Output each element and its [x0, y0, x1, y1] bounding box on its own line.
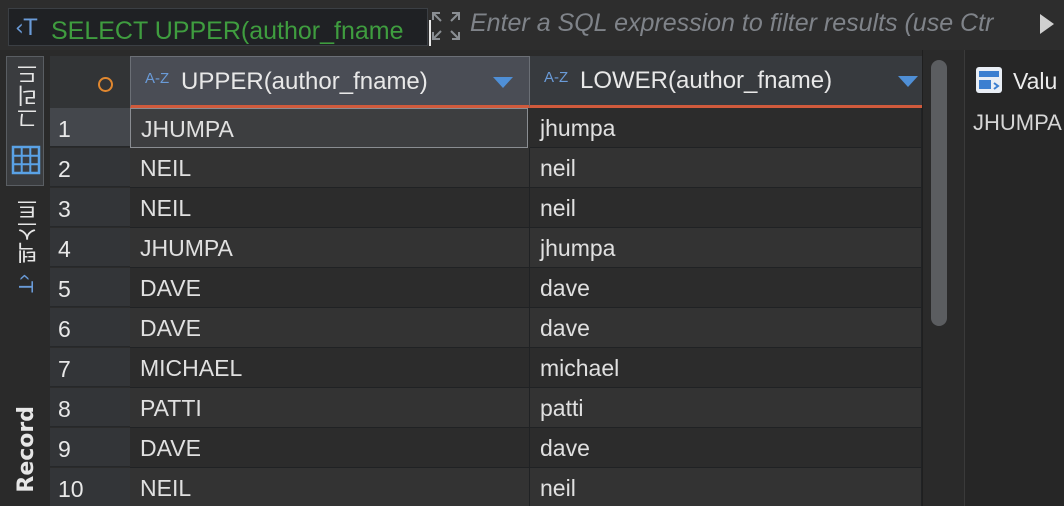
tab-grid-label: 그리드 [17, 63, 42, 129]
column-header-lower[interactable]: A-Z LOWER(author_fname) [530, 56, 922, 108]
run-arrow-icon[interactable] [1040, 14, 1054, 34]
cell-lower[interactable]: neil [530, 148, 922, 188]
cell-lower[interactable]: dave [530, 428, 922, 468]
cell-upper[interactable]: DAVE [130, 268, 530, 308]
value-panel: Valu JHUMPA [964, 50, 1064, 506]
filter-bar: ‹T SELECT UPPER(author_fname Enter a SQL… [0, 0, 1064, 50]
cell-upper[interactable]: NEIL [130, 148, 530, 188]
row-number[interactable]: 5 [50, 268, 130, 307]
grid-icon [11, 145, 41, 175]
table-row[interactable]: 7 MICHAEL michael [50, 348, 922, 388]
cell-upper[interactable]: MICHAEL [130, 348, 530, 388]
row-number[interactable]: 6 [50, 308, 130, 347]
filter-expression-placeholder[interactable]: Enter a SQL expression to filter results… [470, 9, 1036, 38]
column-header-upper[interactable]: A-Z UPPER(author_fname) [130, 56, 530, 108]
cell-lower[interactable]: jhumpa [530, 108, 922, 148]
result-grid: A-Z UPPER(author_fname) A-Z LOWER(author… [50, 50, 922, 506]
cell-upper[interactable]: DAVE [130, 428, 530, 468]
cell-lower[interactable]: michael [530, 348, 922, 388]
row-number[interactable]: 7 [50, 348, 130, 387]
cell-upper[interactable]: JHUMPA [130, 108, 528, 148]
tab-record-label: Record [14, 406, 39, 493]
result-viewer: ‹T SELECT UPPER(author_fname Enter a SQL… [0, 0, 1064, 506]
value-panel-content[interactable]: JHUMPA [973, 110, 1062, 136]
sort-desc-icon[interactable] [898, 76, 918, 87]
text-icon: ‹T [13, 274, 36, 293]
cell-lower[interactable]: neil [530, 468, 922, 506]
cell-upper[interactable]: NEIL [130, 468, 530, 506]
string-type-icon: A-Z [145, 70, 170, 87]
row-number[interactable]: 2 [50, 148, 130, 187]
string-type-icon: A-Z [544, 69, 569, 86]
sql-query-input[interactable]: ‹T SELECT UPPER(author_fname [8, 8, 431, 46]
cell-upper[interactable]: DAVE [130, 308, 530, 348]
table-row[interactable]: 10 NEIL neil [50, 468, 922, 506]
table-row[interactable]: 6 DAVE dave [50, 308, 922, 348]
cell-lower[interactable]: jhumpa [530, 228, 922, 268]
cell-upper[interactable]: PATTI [130, 388, 530, 428]
query-text[interactable]: SELECT UPPER(author_fname [51, 17, 423, 46]
table-row[interactable]: 5 DAVE dave [50, 268, 922, 308]
tab-record[interactable]: Record [6, 406, 44, 502]
text-filter-icon: ‹T [15, 16, 38, 41]
column-title: UPPER(author_fname) [181, 68, 428, 95]
table-row[interactable]: 1 JHUMPA jhumpa [50, 108, 922, 148]
tab-text-label: 텍스트 [17, 198, 42, 264]
value-panel-icon [976, 67, 1002, 93]
cell-upper[interactable]: NEIL [130, 188, 530, 228]
view-mode-tabs: 그리드 텍스트 ‹T Record [0, 50, 50, 506]
cell-lower[interactable]: patti [530, 388, 922, 428]
vertical-scrollbar[interactable] [922, 50, 964, 506]
cell-lower[interactable]: dave [530, 308, 922, 348]
row-number[interactable]: 10 [50, 468, 130, 506]
table-row[interactable]: 4 JHUMPA jhumpa [50, 228, 922, 268]
tab-text[interactable]: 텍스트 ‹T [6, 194, 44, 314]
cell-lower[interactable]: dave [530, 268, 922, 308]
row-number[interactable]: 9 [50, 428, 130, 467]
column-title: LOWER(author_fname) [580, 67, 833, 94]
row-number[interactable]: 1 [50, 108, 130, 147]
row-number[interactable]: 3 [50, 188, 130, 227]
row-number[interactable]: 4 [50, 228, 130, 267]
cell-upper[interactable]: JHUMPA [130, 228, 530, 268]
expand-icon[interactable] [430, 10, 462, 42]
table-row[interactable]: 9 DAVE dave [50, 428, 922, 468]
table-row[interactable]: 3 NEIL neil [50, 188, 922, 228]
sort-desc-icon[interactable] [493, 77, 513, 88]
scrollbar-thumb[interactable] [931, 60, 947, 326]
table-row[interactable]: 8 PATTI patti [50, 388, 922, 428]
row-header-corner[interactable] [50, 56, 130, 108]
select-all-icon [98, 77, 113, 92]
tab-grid[interactable]: 그리드 [6, 56, 44, 186]
value-panel-title: Valu [1013, 68, 1058, 94]
table-row[interactable]: 2 NEIL neil [50, 148, 922, 188]
cell-lower[interactable]: neil [530, 188, 922, 228]
row-number[interactable]: 8 [50, 388, 130, 427]
